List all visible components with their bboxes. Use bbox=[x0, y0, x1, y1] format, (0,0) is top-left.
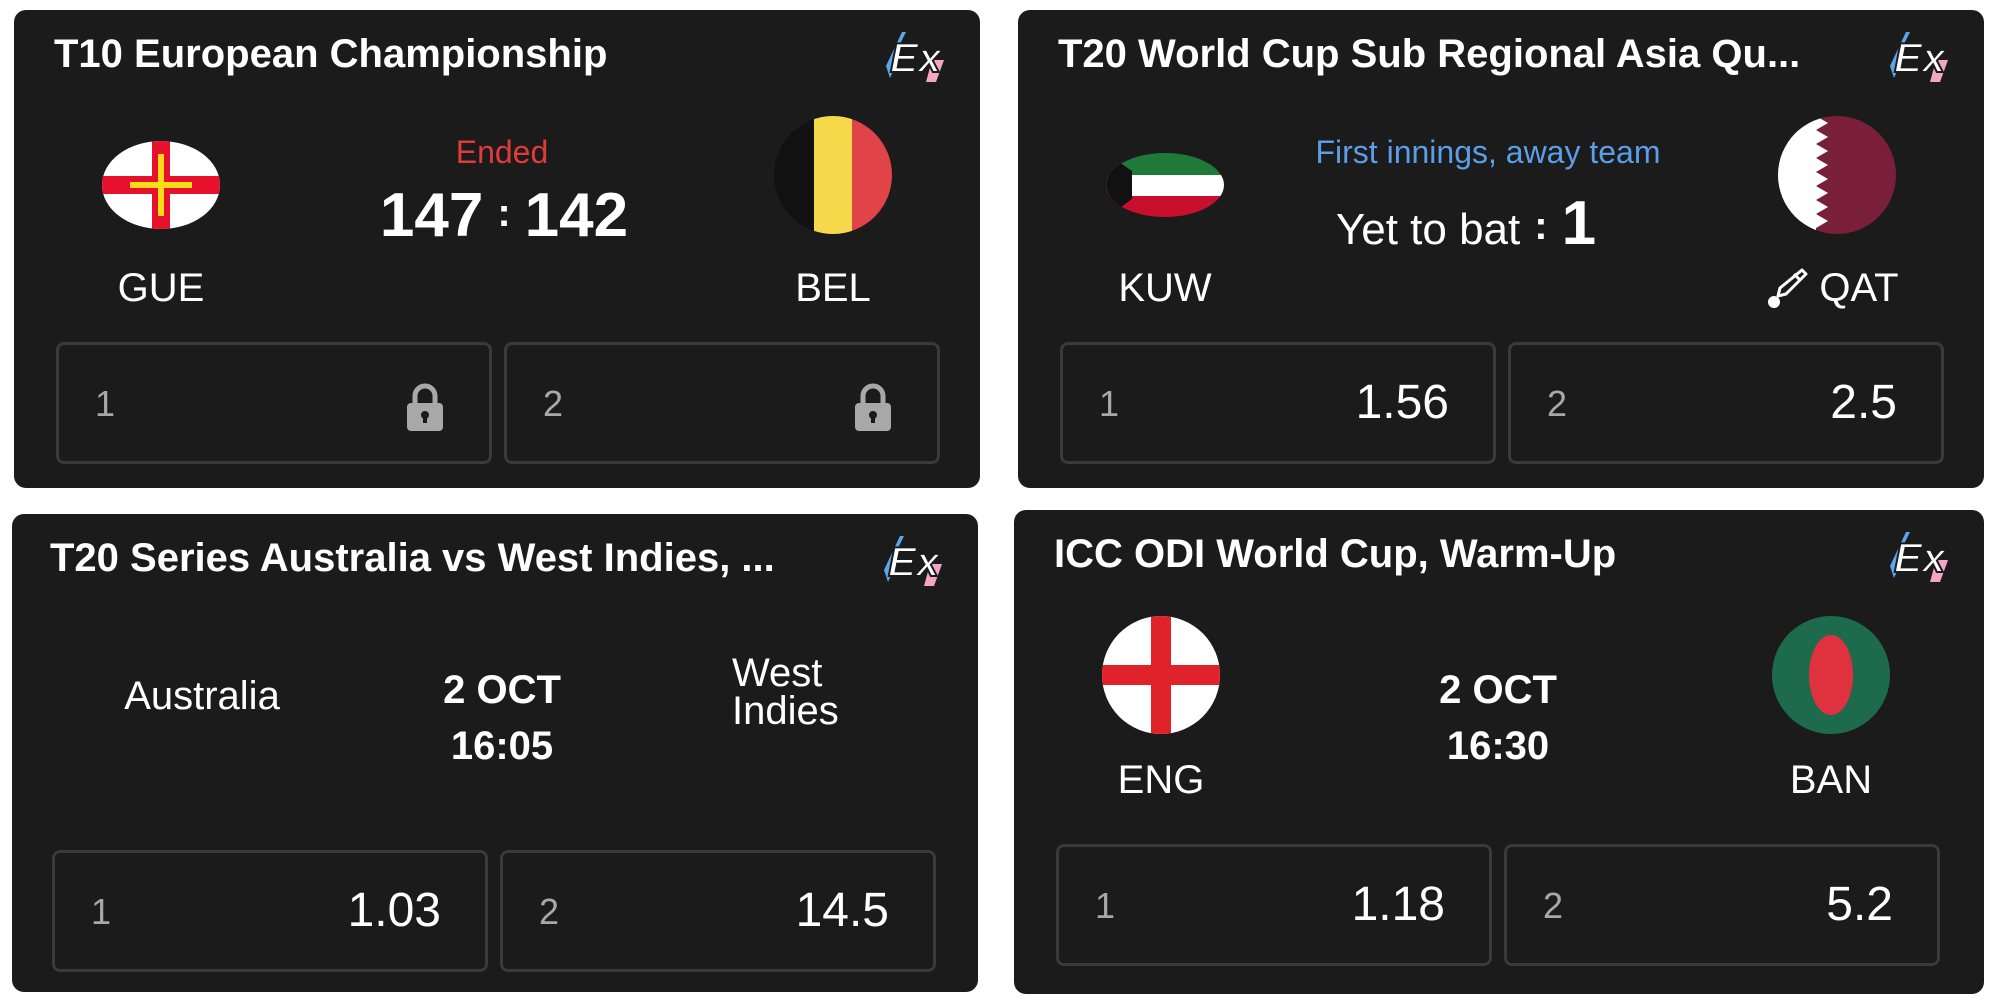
cricket-bat-icon bbox=[1768, 268, 1808, 308]
away-score: 142 bbox=[524, 181, 629, 250]
home-score: 147 bbox=[379, 181, 484, 250]
match-datetime: 2 OCT 16:05 bbox=[352, 662, 652, 774]
odds-button-home[interactable]: 1 1.18 bbox=[1056, 844, 1492, 966]
match-time: 16:05 bbox=[450, 724, 554, 768]
belgium-flag-icon bbox=[774, 116, 892, 234]
odds-value: 5.2 bbox=[1826, 878, 1893, 931]
home-team-name: Australia bbox=[124, 674, 280, 718]
match-date: 2 OCT bbox=[1439, 668, 1557, 712]
away-team-code: BEL bbox=[795, 266, 871, 310]
home-team-code: ENG bbox=[1117, 758, 1205, 802]
score-separator: : bbox=[497, 191, 511, 236]
lock-icon bbox=[407, 383, 443, 431]
away-score: 1 bbox=[1561, 189, 1597, 258]
odds-label: 1 bbox=[95, 383, 116, 424]
match-title: T20 World Cup Sub Regional Asia Qu... bbox=[1058, 32, 1801, 76]
odds-button-home[interactable]: 1 bbox=[56, 342, 492, 464]
match-title: T10 European Championship bbox=[54, 32, 608, 76]
ex-logo-icon bbox=[885, 31, 945, 83]
score: 147:142 bbox=[314, 180, 694, 251]
odds-label: 1 bbox=[1095, 885, 1116, 926]
odds-button-home[interactable]: 1 1.56 bbox=[1060, 342, 1496, 464]
away-team-name: West Indies bbox=[732, 651, 912, 733]
match-title: ICC ODI World Cup, Warm-Up bbox=[1054, 532, 1617, 576]
match-time: 16:30 bbox=[1446, 724, 1550, 768]
ex-logo-icon bbox=[1889, 531, 1949, 583]
odds-button-away[interactable]: 2 bbox=[504, 342, 940, 464]
match-status: First innings, away team bbox=[1315, 134, 1661, 170]
odds-value: 1.03 bbox=[347, 884, 441, 937]
score-separator: : bbox=[1534, 203, 1548, 248]
odds-button-away[interactable]: 2 5.2 bbox=[1504, 844, 1940, 966]
bangladesh-flag-icon bbox=[1772, 616, 1890, 734]
england-flag-icon bbox=[1102, 616, 1220, 734]
home-team-code: KUW bbox=[1118, 266, 1212, 310]
score: Yet to bat:1 bbox=[1256, 188, 1676, 259]
match-title: T20 Series Australia vs West Indies, ... bbox=[50, 536, 775, 580]
ex-logo-icon bbox=[1889, 31, 1949, 83]
match-date: 2 OCT bbox=[443, 668, 561, 712]
odds-label: 2 bbox=[543, 383, 564, 424]
qatar-flag-icon bbox=[1778, 116, 1896, 234]
odds-value: 14.5 bbox=[795, 884, 889, 937]
home-score: Yet to bat bbox=[1335, 205, 1521, 254]
odds-label: 1 bbox=[91, 891, 112, 932]
odds-label: 2 bbox=[1547, 383, 1568, 424]
ex-logo-icon bbox=[883, 535, 943, 587]
away-team-code: QAT bbox=[1819, 266, 1899, 310]
lock-icon bbox=[855, 383, 891, 431]
match-datetime: 2 OCT 16:30 bbox=[1348, 662, 1648, 774]
match-card-1[interactable]: T10 European Championship GUE Ended 147:… bbox=[14, 10, 980, 488]
away-team-name-line2: Indies bbox=[732, 689, 839, 733]
away-team-code: BAN bbox=[1789, 758, 1873, 802]
guernsey-flag-icon bbox=[102, 126, 220, 244]
odds-value: 2.5 bbox=[1830, 376, 1897, 429]
match-status: Ended bbox=[455, 134, 549, 170]
odds-label: 1 bbox=[1099, 383, 1120, 424]
match-card-2[interactable]: T20 World Cup Sub Regional Asia Qu... KU… bbox=[1018, 10, 1984, 488]
home-team-code: GUE bbox=[117, 266, 205, 310]
match-card-4[interactable]: ICC ODI World Cup, Warm-Up ENG 2 OCT 16:… bbox=[1014, 510, 1984, 994]
odds-label: 2 bbox=[1543, 885, 1564, 926]
odds-button-away[interactable]: 2 2.5 bbox=[1508, 342, 1944, 464]
odds-button-away[interactable]: 2 14.5 bbox=[500, 850, 936, 972]
odds-value: 1.18 bbox=[1351, 878, 1445, 931]
away-team-name-line1: West bbox=[732, 651, 823, 695]
odds-button-home[interactable]: 1 1.03 bbox=[52, 850, 488, 972]
match-card-3[interactable]: T20 Series Australia vs West Indies, ...… bbox=[12, 514, 978, 992]
odds-label: 2 bbox=[539, 891, 560, 932]
kuwait-flag-icon bbox=[1106, 126, 1224, 244]
odds-value: 1.56 bbox=[1355, 376, 1449, 429]
